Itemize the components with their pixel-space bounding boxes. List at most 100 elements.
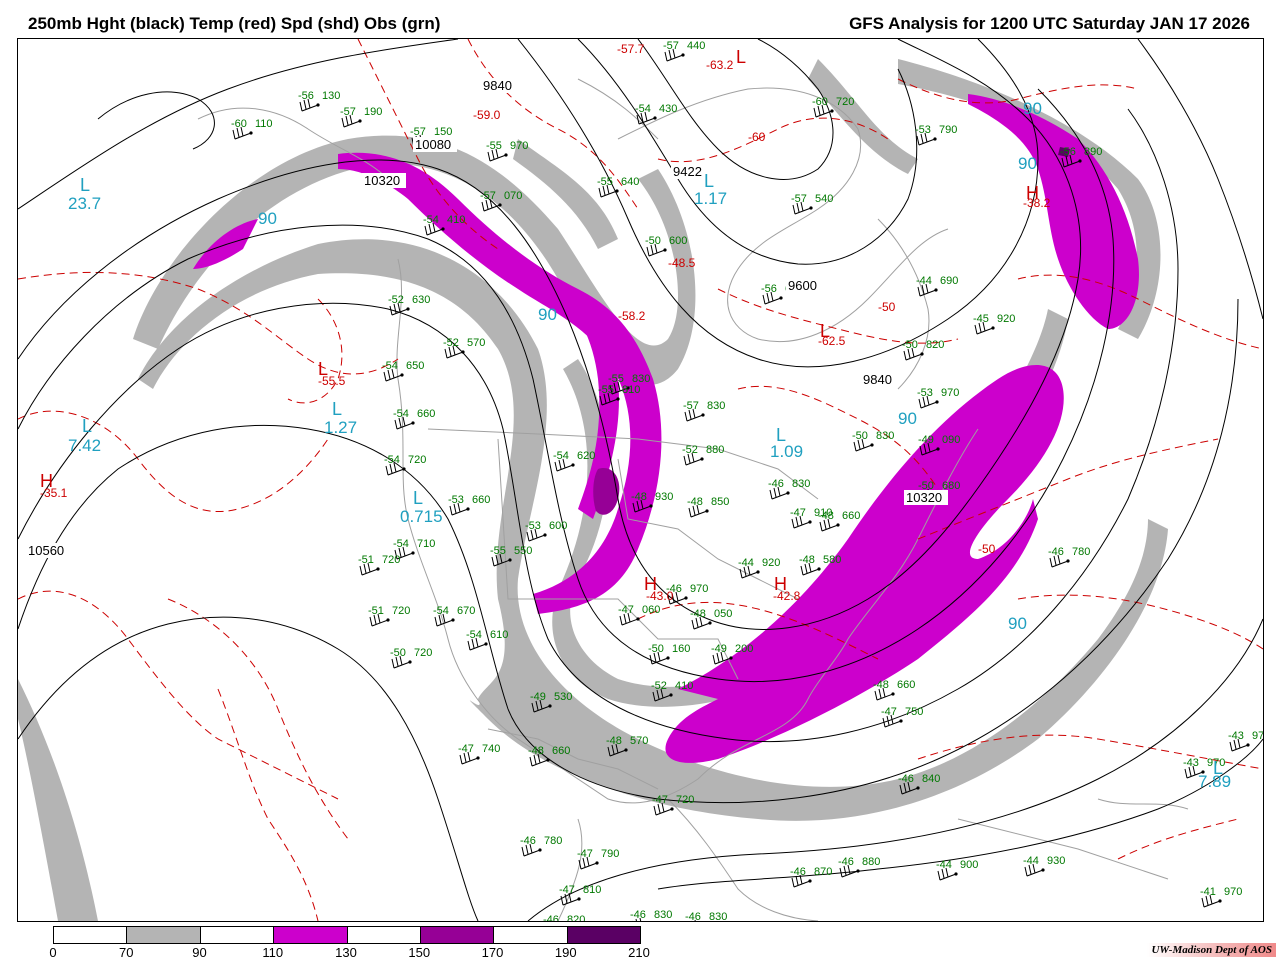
- obs-temperature: -47: [559, 884, 575, 896]
- obs-height: 610: [490, 629, 508, 641]
- obs-temperature: -44: [936, 859, 952, 871]
- obs-height: 830: [792, 478, 810, 490]
- height-contour: [97, 91, 215, 150]
- obs-temperature: -48: [799, 554, 815, 566]
- station-observation: -54 650: [382, 360, 424, 382]
- speed-band-110-magenta: [968, 94, 1139, 329]
- obs-temperature: -57: [340, 106, 356, 118]
- station-observation: -54 670: [433, 605, 475, 627]
- obs-temperature: -46: [543, 914, 559, 921]
- obs-height: 720: [408, 454, 426, 466]
- station-observation: -44 930: [1023, 855, 1065, 877]
- obs-temperature: -56: [298, 90, 314, 102]
- obs-height: 190: [364, 106, 382, 118]
- obs-height: 780: [544, 835, 562, 847]
- station-observation: -55 640: [597, 176, 639, 198]
- obs-height: 900: [960, 859, 978, 871]
- station-observation: -46 830: [685, 911, 727, 921]
- station-observation: -48 850: [687, 496, 729, 518]
- obs-temperature: -60: [231, 118, 247, 130]
- station-observation: -51 720: [358, 554, 400, 576]
- obs-height: 570: [630, 735, 648, 747]
- station-observation: -50 720: [390, 647, 432, 669]
- station-observation: -57 540: [791, 193, 833, 215]
- speed-label: 90: [258, 209, 277, 228]
- obs-temperature: -57: [480, 190, 496, 202]
- obs-temperature: -54: [553, 450, 569, 462]
- speed-label: 1.17: [694, 189, 727, 208]
- station-observation: -54 720: [384, 454, 426, 476]
- obs-temperature: -50: [645, 235, 661, 247]
- low-pressure-center: L: [736, 47, 746, 67]
- colorbar-segment: [494, 927, 568, 943]
- station-observation: -46 880: [838, 856, 880, 878]
- obs-temperature: -53: [525, 520, 541, 532]
- station-observation: -57 440: [663, 40, 705, 62]
- obs-temperature: -46: [768, 478, 784, 490]
- station-observation: -54 660: [393, 408, 435, 430]
- station-observation: -53 790: [915, 124, 957, 146]
- colorbar-tick-labels: 0 70 90 110 130 150 170 190 210: [49, 945, 649, 960]
- obs-height: 410: [447, 214, 465, 226]
- obs-temperature: -47: [618, 604, 634, 616]
- colorbar-tick-label: 130: [335, 945, 357, 960]
- obs-temperature: -46: [790, 866, 806, 878]
- obs-temperature: -48: [528, 745, 544, 757]
- station-observation: -56 130: [298, 90, 340, 112]
- obs-temperature: -50: [902, 339, 918, 351]
- height-label: 10080: [415, 137, 451, 152]
- obs-height: 880: [862, 856, 880, 868]
- temperature-contour: [18, 590, 339, 800]
- obs-temperature: -54: [382, 360, 398, 372]
- obs-temperature: -44: [916, 275, 932, 287]
- obs-height: 710: [417, 538, 435, 550]
- station-observation: -47 790: [577, 848, 619, 870]
- obs-temperature: -48: [687, 496, 703, 508]
- obs-height: 050: [714, 608, 732, 620]
- obs-height: 580: [823, 554, 841, 566]
- colorbar-segment: [420, 927, 495, 943]
- obs-temperature: -46: [520, 835, 536, 847]
- obs-temperature: -52: [682, 444, 698, 456]
- obs-height: 930: [1047, 855, 1065, 867]
- low-pressure-center: L: [413, 488, 423, 508]
- obs-height: 720: [392, 605, 410, 617]
- obs-temperature: -51: [368, 605, 384, 617]
- obs-height: 130: [322, 90, 340, 102]
- obs-height: 090: [942, 434, 960, 446]
- speed-label: 7.89: [1198, 772, 1231, 791]
- height-label: 9840: [483, 78, 512, 93]
- obs-height: 720: [382, 554, 400, 566]
- obs-height: 890: [1084, 146, 1102, 158]
- obs-height: 970: [1224, 886, 1242, 898]
- station-observation: -60 110: [231, 118, 273, 140]
- obs-temperature: -46: [838, 856, 854, 868]
- speed-label: 90: [538, 305, 557, 324]
- height-label: 9840: [863, 372, 892, 387]
- obs-temperature: -49: [530, 691, 546, 703]
- obs-height: 810: [583, 884, 601, 896]
- weather-map[interactable]: -56 130 -60 110 -57 190 -57 150 -55 970 -57 070 -54 4…: [17, 38, 1264, 922]
- station-observation: -46 780: [520, 835, 562, 857]
- obs-temperature: -54: [393, 538, 409, 550]
- analysis-time: GFS Analysis for 1200 UTC Saturday JAN 1…: [849, 14, 1250, 33]
- obs-temperature: -47: [458, 743, 474, 755]
- colorbar-segment: [347, 927, 421, 943]
- colorbar-segment: [567, 927, 640, 943]
- obs-temperature: -47: [790, 507, 806, 519]
- station-observation: -52 630: [388, 294, 430, 316]
- obs-temperature: -50: [390, 647, 406, 659]
- station-observation: -41 970: [1200, 886, 1242, 908]
- station-observation: -53 970: [917, 387, 959, 409]
- station-observation: -52 570: [443, 337, 485, 359]
- obs-height: 750: [905, 706, 923, 718]
- low-pressure-center: L: [704, 171, 714, 191]
- obs-height: 600: [669, 235, 687, 247]
- credit-label: UW-Madison Dept of AOS: [1147, 943, 1276, 957]
- obs-temperature: -57: [791, 193, 807, 205]
- temperature-label: -60: [748, 130, 766, 144]
- obs-height: 820: [567, 914, 585, 921]
- station-observation: -46 780: [1048, 546, 1090, 568]
- colorbar-tick-label: 0: [49, 945, 57, 960]
- speed-label: 90: [1008, 614, 1027, 633]
